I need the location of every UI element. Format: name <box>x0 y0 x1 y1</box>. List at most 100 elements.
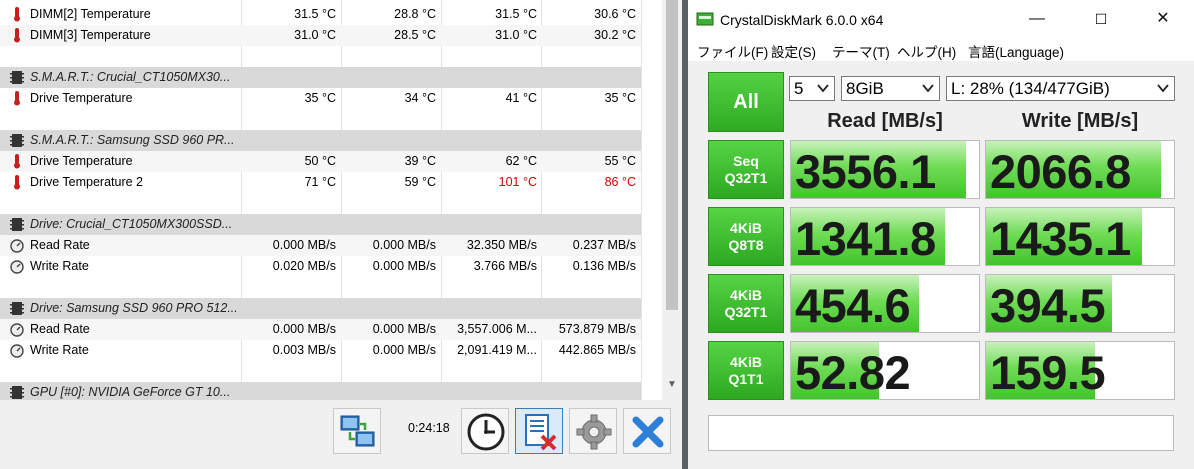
sensor-maximum-value: 2,091.419 M... <box>457 343 537 357</box>
sensor-row[interactable]: Write Rate 0.003 MB/s 0.000 MB/s 2,091.419 … <box>0 340 641 361</box>
menu-file[interactable]: ファイル(F) <box>697 41 768 61</box>
thermometer-icon <box>10 91 24 106</box>
sensor-name: Drive Temperature <box>30 91 133 105</box>
test-size-select[interactable]: 8GiB <box>841 76 940 101</box>
sensor-name: DIMM[3] Temperature <box>30 28 151 42</box>
sensor-maximum-value: 32.350 MB/s <box>466 238 537 252</box>
sensor-current-value: 0.020 MB/s <box>272 259 336 273</box>
sensor-row[interactable]: Drive Temperature 50 °C 39 °C 62 °C 55 °C <box>0 151 641 172</box>
sensor-maximum-value: 62 °C <box>505 154 537 168</box>
sensor-minimum-value: 39 °C <box>404 154 436 168</box>
drive-select[interactable]: L: 28% (134/477GiB) <box>946 76 1175 101</box>
write-result-box: 159.5 <box>985 341 1175 400</box>
menu-bar: ファイル(F) 設定(S) テーマ(T) ヘルプ(H) 言語(Language) <box>688 38 1194 60</box>
scrollbar-thumb[interactable] <box>666 0 678 310</box>
sensor-name: DIMM[2] Temperature <box>30 7 151 21</box>
spacer-row <box>0 193 641 214</box>
menu-language[interactable]: 言語(Language) <box>968 41 1064 61</box>
run-all-button[interactable]: All <box>708 72 784 132</box>
sensor-current-value: 0.000 MB/s <box>272 238 336 252</box>
menu-settings[interactable]: 設定(S) <box>771 41 816 61</box>
sensor-maximum-value: 31.0 °C <box>495 28 537 42</box>
chevron-down-icon <box>1157 84 1169 93</box>
sensor-minimum-value: 0.000 MB/s <box>372 259 436 273</box>
drive-value: L: 28% (134/477GiB) <box>951 79 1110 98</box>
settings-button[interactable] <box>569 408 617 454</box>
sensor-minimum-value: 0.000 MB/s <box>372 322 436 336</box>
sensor-name: Read Rate <box>30 322 90 336</box>
write-result-box: 1435.1 <box>985 207 1175 266</box>
read-result-value: 1341.8 <box>795 212 936 265</box>
sensor-row[interactable]: Read Rate 0.000 MB/s 0.000 MB/s 3,557.006 M… <box>0 319 641 340</box>
sensor-name: GPU [#0]: NVIDIA GeForce GT 10... <box>30 385 231 399</box>
thermometer-icon <box>10 28 24 43</box>
menu-theme[interactable]: テーマ(T) <box>832 41 890 61</box>
run-test-button[interactable]: 4KiB Q32T1 <box>708 274 784 333</box>
scroll-down-arrow-icon[interactable]: ▼ <box>665 379 679 393</box>
minimize-button[interactable]: — <box>1014 6 1060 32</box>
sensor-minimum-value: 0.000 MB/s <box>372 238 436 252</box>
spacer-row <box>0 109 641 130</box>
chevron-down-icon <box>817 84 829 93</box>
thermometer-icon <box>10 175 24 190</box>
reset-log-button[interactable] <box>515 408 563 454</box>
title-bar[interactable]: CrystalDiskMark 6.0.0 x64 — ☐ ✕ <box>688 0 1194 38</box>
sensor-row[interactable]: Read Rate 0.000 MB/s 0.000 MB/s 32.350 MB/s… <box>0 235 641 256</box>
sensor-name: Write Rate <box>30 259 89 273</box>
menu-help[interactable]: ヘルプ(H) <box>897 41 956 61</box>
thermometer-icon <box>10 154 24 169</box>
chevron-down-icon <box>922 84 934 93</box>
sensor-maximum-value: 101 °C <box>498 175 537 189</box>
network-button[interactable] <box>333 408 381 454</box>
sensor-row[interactable]: Drive Temperature 35 °C 34 °C 41 °C 35 °C <box>0 88 641 109</box>
sensor-group-header[interactable]: S.M.A.R.T.: Crucial_CT1050MX30... <box>0 67 641 88</box>
sensor-name: Drive Temperature <box>30 154 133 168</box>
close-sensors-button[interactable] <box>623 408 671 454</box>
comment-field[interactable] <box>708 415 1174 451</box>
sensor-minimum-value: 28.5 °C <box>394 28 436 42</box>
run-test-button[interactable]: Seq Q32T1 <box>708 140 784 199</box>
test-label-line1: Seq <box>733 153 759 169</box>
clock-button[interactable] <box>461 408 509 454</box>
sensor-group-header[interactable]: GPU [#0]: NVIDIA GeForce GT 10... <box>0 382 641 400</box>
network-icon <box>340 415 375 447</box>
run-test-button[interactable]: 4KiB Q1T1 <box>708 341 784 400</box>
sensor-current-value: 31.5 °C <box>294 7 336 21</box>
close-window-button[interactable]: ✕ <box>1140 6 1186 32</box>
test-count-select[interactable]: 5 <box>789 76 835 101</box>
test-size-value: 8GiB <box>846 79 884 98</box>
sensor-name: Read Rate <box>30 238 90 252</box>
clock-icon <box>467 413 505 451</box>
run-test-button[interactable]: 4KiB Q8T8 <box>708 207 784 266</box>
sensor-row[interactable]: DIMM[2] Temperature 31.5 °C 28.8 °C 31.5 °C… <box>0 4 641 25</box>
sensor-row[interactable]: Write Rate 0.020 MB/s 0.000 MB/s 3.766 MB/s… <box>0 256 641 277</box>
sensor-row[interactable]: Drive Temperature 2 71 °C 59 °C 101 °C 86 °C <box>0 172 641 193</box>
sensor-table-scrollbar[interactable]: ▼ <box>662 0 682 400</box>
sensor-group-header[interactable]: Drive: Samsung SSD 960 PRO 512... <box>0 298 641 319</box>
read-result-box: 52.82 <box>790 341 980 400</box>
sensor-name: Drive Temperature 2 <box>30 175 144 189</box>
spacer-row <box>0 277 641 298</box>
chip-icon <box>10 301 24 316</box>
chip-icon <box>10 70 24 85</box>
test-label-line2: Q1T1 <box>728 371 764 387</box>
sensor-group-header[interactable]: Drive: Crucial_CT1050MX300SSD... <box>0 214 641 235</box>
thermometer-icon <box>10 7 24 22</box>
write-result-box: 2066.8 <box>985 140 1175 199</box>
gauge-icon <box>10 343 24 358</box>
disk-app-icon <box>696 12 714 26</box>
write-result-box: 394.5 <box>985 274 1175 333</box>
sensor-row[interactable]: DIMM[3] Temperature 31.0 °C 28.5 °C 31.0 °C… <box>0 25 641 46</box>
sensor-average-value: 442.865 MB/s <box>558 343 636 357</box>
sensor-group-header[interactable]: S.M.A.R.T.: Samsung SSD 960 PR... <box>0 130 641 151</box>
read-column-header: Read [MB/s] <box>827 110 943 132</box>
sensor-minimum-value: 0.000 MB/s <box>372 343 436 357</box>
sensor-current-value: 50 °C <box>304 154 336 168</box>
maximize-button[interactable]: ☐ <box>1078 6 1124 32</box>
chip-icon <box>10 217 24 232</box>
sensor-current-value: 71 °C <box>304 175 336 189</box>
column-divider <box>641 0 642 400</box>
chip-icon <box>10 385 24 400</box>
hwinfo-toolbar: 0:24:18 <box>0 400 682 469</box>
spacer-row <box>0 46 641 67</box>
